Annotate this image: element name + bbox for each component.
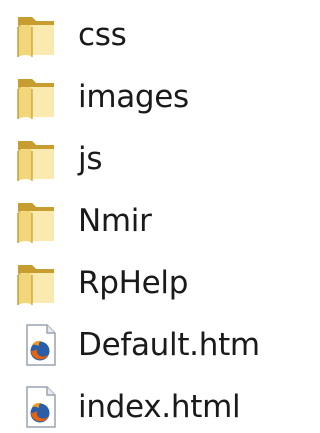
- folder-icon: [14, 135, 60, 183]
- list-item-js[interactable]: js: [14, 133, 268, 185]
- list-item-css[interactable]: css: [14, 9, 268, 61]
- item-label: Default.htm: [78, 327, 260, 363]
- item-label: Nmir: [78, 203, 152, 239]
- item-label: js: [78, 141, 103, 177]
- item-label: index.html: [78, 389, 241, 425]
- firefox-html-file-icon: [18, 383, 58, 431]
- item-label: images: [78, 79, 189, 115]
- folder-icon: [14, 259, 60, 307]
- list-item-index-html[interactable]: index.html: [14, 381, 268, 433]
- firefox-html-file-icon: [18, 321, 58, 369]
- list-item-default-htm[interactable]: Default.htm: [14, 319, 268, 371]
- file-list: css images js Nmir RpHelp Default.htm in…: [0, 0, 268, 430]
- folder-icon: [14, 197, 60, 245]
- list-item-rphelp[interactable]: RpHelp: [14, 257, 268, 309]
- list-item-images[interactable]: images: [14, 71, 268, 123]
- item-label: RpHelp: [78, 265, 189, 301]
- folder-icon: [14, 11, 60, 59]
- folder-icon: [14, 73, 60, 121]
- list-item-nmir[interactable]: Nmir: [14, 195, 268, 247]
- item-label: css: [78, 17, 127, 53]
